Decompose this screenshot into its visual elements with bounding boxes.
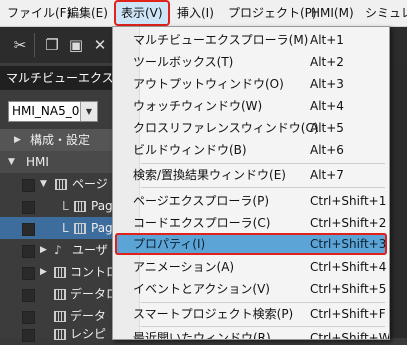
menu-item-shortcut: Alt+1 xyxy=(310,33,344,47)
menu-separator xyxy=(141,187,385,188)
menu-item-label: アニメーション(A) xyxy=(133,260,235,274)
paste-icon[interactable]: ▣ xyxy=(66,35,86,55)
data-icon xyxy=(54,311,66,322)
panel-title: マルチビューエクスプローラ xyxy=(0,66,112,90)
menu-item-shortcut: Alt+6 xyxy=(310,143,344,157)
menu-item-shortcut: Alt+5 xyxy=(310,121,344,135)
tree-item-page-selected[interactable]: L Pag xyxy=(0,217,112,239)
tree-checkbox[interactable] xyxy=(22,223,35,236)
menu-item-label: クロスリファレンスウィンドウ(C) xyxy=(133,121,319,135)
menu-item-shortcut: Alt+2 xyxy=(310,55,344,69)
tree-checkbox[interactable] xyxy=(22,329,35,342)
menu-item-label: スマートプロジェクト検索(P) xyxy=(133,307,294,321)
menu-item-label: ページエクスプローラ(P) xyxy=(133,194,270,208)
menu-item-shortcut: Ctrl+Shift+5 xyxy=(310,282,387,296)
tree-checkbox[interactable] xyxy=(22,179,35,192)
speaker-icon: ♪ xyxy=(54,243,62,257)
menu-item-shortcut: Ctrl+Shift+4 xyxy=(310,260,387,274)
tree-item-label: HMI xyxy=(26,155,49,169)
expand-right-icon[interactable]: ▶ xyxy=(40,261,47,283)
tree-item-label: Pag xyxy=(91,221,112,235)
tree-connector: L xyxy=(62,199,69,213)
page-folder-icon xyxy=(55,179,67,190)
tree-checkbox[interactable] xyxy=(22,245,35,258)
collapse-down-icon[interactable]: ▼ xyxy=(8,151,15,173)
menu-item-shortcut: Ctrl+Shift+W xyxy=(310,331,390,340)
expand-right-icon[interactable]: ▶ xyxy=(14,129,21,151)
menu-item-shortcut: Ctrl+Shift+2 xyxy=(310,216,387,230)
menu-item-shortcut: Ctrl+Shift+3 xyxy=(310,237,387,251)
menu-item-animation[interactable]: アニメーション(A) Ctrl+Shift+4 xyxy=(113,256,389,278)
tree-item-control[interactable]: ▶ コントロ xyxy=(0,261,112,283)
tree-item-label: ユーザ xyxy=(72,243,108,257)
tree-connector: L xyxy=(62,221,69,235)
menu-item-label: マルチビューエクスプローラ(M) xyxy=(133,33,309,47)
page-icon xyxy=(74,223,86,234)
tree-item-page[interactable]: L Pag xyxy=(0,195,112,217)
menu-item-smart-project-search[interactable]: スマートプロジェクト検索(P) Ctrl+Shift+F xyxy=(113,303,389,325)
menu-item-cross-reference-window[interactable]: クロスリファレンスウィンドウ(C) Alt+5 xyxy=(113,117,389,139)
menu-item-search-replace-results[interactable]: 検索/置換結果ウィンドウ(E) Alt+7 xyxy=(113,164,389,186)
tree-item-label: ページ xyxy=(72,177,108,191)
chevron-down-icon[interactable]: ▼ xyxy=(80,102,97,121)
toolbar-separator xyxy=(34,33,35,57)
delete-icon[interactable]: ✕ xyxy=(90,35,110,55)
menu-item-events-actions[interactable]: イベントとアクション(V) Ctrl+Shift+5 xyxy=(113,278,389,300)
tree-item-data-log[interactable]: データロ xyxy=(0,283,112,305)
tree-item-label: データロ xyxy=(70,287,112,301)
menu-item-properties[interactable]: プロパティ(I) Ctrl+Shift+3 xyxy=(115,233,387,255)
menu-item-shortcut: Alt+7 xyxy=(310,168,344,182)
device-dropdown[interactable]: HMI_NA5_0 ▼ xyxy=(8,101,98,122)
menu-item-label: コードエクスプローラ(C) xyxy=(133,216,271,230)
menu-hmi[interactable]: HMI(M) xyxy=(306,0,359,26)
menu-item-label: プロパティ(I) xyxy=(133,237,206,251)
menu-item-label: 検索/置換結果ウィンドウ(E) xyxy=(133,168,286,182)
page-icon xyxy=(74,201,86,212)
menu-bar: ファイル(F) 編集(E) 表示(V) 挿入(I) プロジェクト(P) HMI(… xyxy=(0,0,407,27)
control-icon xyxy=(54,267,66,278)
menu-item-label: イベントとアクション(V) xyxy=(133,282,270,296)
menu-item-output-window[interactable]: アウトプットウィンドウ(O) Alt+3 xyxy=(113,73,389,95)
menu-simulation[interactable]: シミュレー xyxy=(360,0,407,26)
tree-item-user[interactable]: ▶ ♪ ユーザ xyxy=(0,239,112,261)
menu-item-label: アウトプットウィンドウ(O) xyxy=(133,77,284,91)
expand-right-icon[interactable]: ▶ xyxy=(40,239,47,261)
menu-item-multiview-explorer[interactable]: マルチビューエクスプローラ(M) Alt+1 xyxy=(113,29,389,51)
device-dropdown-value: HMI_NA5_0 xyxy=(12,104,80,118)
menu-item-page-explorer[interactable]: ページエクスプローラ(P) Ctrl+Shift+1 xyxy=(113,190,389,212)
copy-icon[interactable]: ❐ xyxy=(42,35,62,55)
menu-item-label: ツールボックス(T) xyxy=(133,55,234,69)
menu-item-code-explorer[interactable]: コードエクスプローラ(C) Ctrl+Shift+2 xyxy=(113,212,389,234)
menu-view[interactable]: 表示(V) xyxy=(114,0,170,26)
collapse-down-icon[interactable]: ▼ xyxy=(40,173,47,195)
menu-item-label: ウォッチウィンドウ(W) xyxy=(133,99,263,113)
tree-item-label: 構成・設定 xyxy=(30,133,91,147)
tree-item-hmi[interactable]: ▼ HMI xyxy=(0,151,112,173)
menu-item-watch-window[interactable]: ウォッチウィンドウ(W) Alt+4 xyxy=(113,95,389,117)
menu-item-build-window[interactable]: ビルドウィンドウ(B) Alt+6 xyxy=(113,139,389,161)
menu-item-shortcut: Ctrl+Shift+F xyxy=(310,307,386,321)
tree-item-recipe[interactable]: レシピ xyxy=(0,323,112,345)
tree-item-pages[interactable]: ▼ ページ xyxy=(0,173,112,195)
menu-item-shortcut: Alt+4 xyxy=(310,99,344,113)
cut-icon[interactable]: ✂ xyxy=(10,35,30,55)
menu-item-shortcut: Ctrl+Shift+1 xyxy=(310,194,387,208)
tree-item-label: Pag xyxy=(91,199,112,213)
recipe-icon xyxy=(54,329,66,340)
menu-item-label: 最近開いたウィンドウ(R) xyxy=(133,331,271,340)
tree-item-label: コントロ xyxy=(70,265,112,279)
menu-item-label: ビルドウィンドウ(B) xyxy=(133,143,247,157)
menu-item-recent-windows[interactable]: 最近開いたウィンドウ(R) Ctrl+Shift+W xyxy=(113,327,390,340)
menu-edit[interactable]: 編集(E) xyxy=(62,0,113,26)
tree-checkbox[interactable] xyxy=(22,267,35,280)
tree-item-label: レシピ xyxy=(70,327,107,341)
menu-item-shortcut: Alt+3 xyxy=(310,77,344,91)
tree-checkbox[interactable] xyxy=(22,201,35,214)
view-menu-dropdown: マルチビューエクスプローラ(M) Alt+1 ツールボックス(T) Alt+2 アウ… xyxy=(112,26,390,340)
tree-checkbox[interactable] xyxy=(22,289,35,302)
data-icon xyxy=(54,289,66,300)
menu-insert[interactable]: 挿入(I) xyxy=(172,0,219,26)
menu-item-toolbox[interactable]: ツールボックス(T) Alt+2 xyxy=(113,51,389,73)
tree-item-config[interactable]: ▶ 構成・設定 xyxy=(0,129,112,151)
